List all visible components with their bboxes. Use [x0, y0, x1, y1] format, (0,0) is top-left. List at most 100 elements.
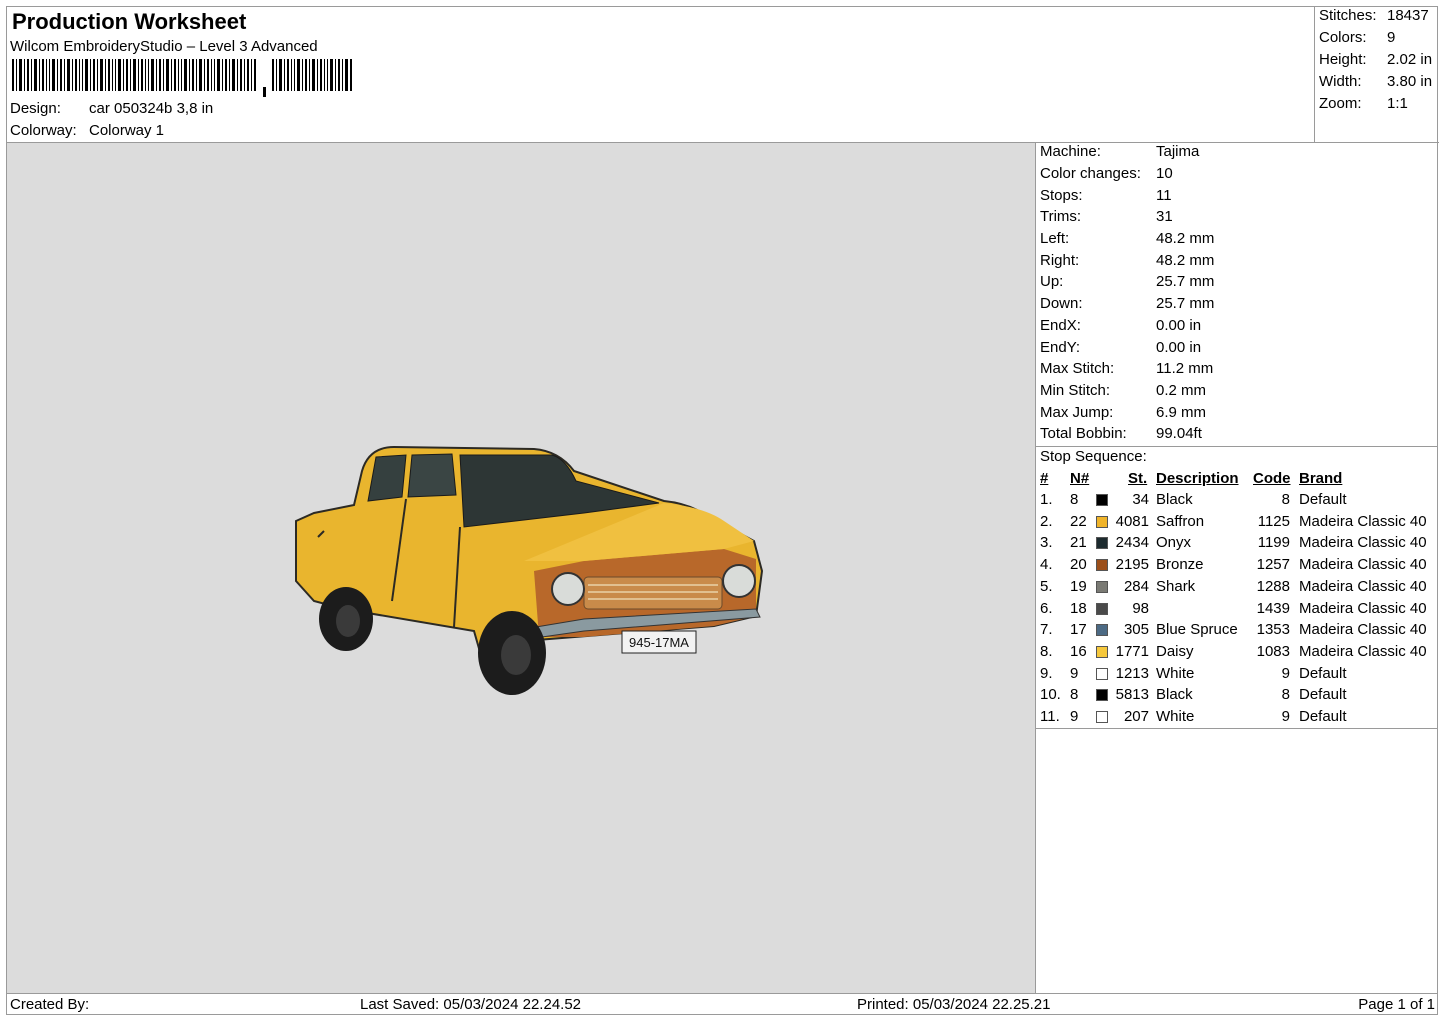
needle-number: 9 — [1070, 708, 1079, 725]
info-label: EndY: — [1040, 339, 1081, 356]
row-number: 2. — [1040, 512, 1053, 530]
row-number: 1. — [1040, 491, 1053, 508]
created-by: Created By: — [10, 996, 90, 1013]
row-number: 7. — [1040, 621, 1053, 639]
summary-row-zoom: Zoom: 1:1 — [1319, 95, 1439, 117]
row-number: 3. — [1040, 534, 1053, 552]
color-description: Blue Spruce — [1156, 621, 1238, 639]
thread-code: 1353 — [1256, 621, 1290, 639]
summary-row-stitches: Stitches: 18437 — [1319, 7, 1439, 29]
info-label: Up: — [1040, 273, 1064, 290]
row-number: 5. — [1040, 577, 1053, 595]
table-row: 5. 19 284 Shark 1288 Madeira Classic 40 — [1036, 578, 1438, 600]
info-value: 0.00 in — [1156, 339, 1202, 356]
thread-code: 9 — [1281, 708, 1290, 725]
color-description: Shark — [1156, 577, 1196, 595]
info-value: 25.7 mm — [1156, 273, 1215, 290]
color-swatch — [1096, 580, 1108, 593]
needle-number: 18 — [1070, 599, 1087, 617]
stitch-count: 1213 — [1115, 664, 1149, 682]
info-value: 48.2 mm — [1156, 230, 1215, 247]
needle-number: 19 — [1070, 577, 1087, 595]
thread-brand: Default — [1299, 491, 1347, 508]
machine-row: EndY: 0.00 in — [1040, 339, 1440, 361]
row-number: 11. — [1040, 708, 1060, 725]
color-description: White — [1156, 664, 1195, 682]
info-value: 0.2 mm — [1156, 382, 1207, 399]
color-description: Black — [1156, 491, 1193, 508]
machine-row: Left: 48.2 mm — [1040, 230, 1440, 252]
info-label: EndX: — [1040, 317, 1081, 334]
thread-brand: Madeira Classic 40 — [1299, 621, 1427, 639]
machine-row: Machine: Tajima — [1040, 143, 1440, 165]
row-number: 9. — [1040, 664, 1053, 682]
thread-code: 1199 — [1257, 534, 1290, 552]
needle-number: 20 — [1070, 556, 1087, 574]
thread-brand: Madeira Classic 40 — [1299, 534, 1427, 552]
stitch-count: 284 — [1123, 577, 1149, 595]
thread-code: 8 — [1281, 491, 1290, 508]
info-label: Max Jump: — [1040, 404, 1114, 421]
info-value: 48.2 mm — [1156, 252, 1215, 269]
color-swatch — [1096, 515, 1108, 528]
summary-value: 1:1 — [1387, 95, 1408, 112]
machine-row: Max Stitch: 11.2 mm — [1040, 360, 1440, 382]
thread-code: 9 — [1281, 664, 1290, 682]
stitch-count: 2195 — [1115, 556, 1149, 574]
summary-row-width: Width: 3.80 in — [1319, 73, 1439, 95]
car-embroidery-image: 945-17MA — [295, 445, 764, 695]
barcode — [12, 59, 352, 97]
machine-info: Machine: Tajima Color changes: 10 Stops: 11… — [1036, 143, 1438, 447]
color-swatch — [1096, 624, 1108, 637]
table-row: 3. 21 2434 Onyx 1199 Madeira Classic 40 — [1036, 534, 1438, 556]
info-label: Down: — [1040, 295, 1083, 312]
summary-label: Colors: — [1319, 29, 1367, 46]
info-label: Max Stitch: — [1040, 360, 1115, 377]
thread-brand: Madeira Classic 40 — [1299, 512, 1427, 530]
colorway-value: Colorway 1 — [89, 122, 165, 139]
info-value: 6.9 mm — [1156, 404, 1207, 421]
needle-number: 22 — [1070, 512, 1087, 530]
stitch-count: 4081 — [1115, 512, 1149, 530]
color-swatch — [1096, 645, 1108, 658]
thread-brand: Madeira Classic 40 — [1299, 642, 1427, 660]
info-label: Trims: — [1040, 208, 1082, 225]
info-label: Stops: — [1040, 187, 1083, 204]
machine-row: Up: 25.7 mm — [1040, 273, 1440, 295]
summary-value: 3.80 in — [1387, 73, 1433, 90]
header-num: # — [1040, 470, 1049, 487]
stitch-count: 98 — [1132, 599, 1149, 617]
needle-number: 8 — [1070, 686, 1079, 704]
color-description: Onyx — [1156, 534, 1192, 552]
color-description: White — [1156, 708, 1195, 725]
thread-brand: Default — [1299, 664, 1347, 682]
thread-brand: Default — [1299, 686, 1347, 704]
summary-row-height: Height: 2.02 in — [1319, 51, 1439, 73]
info-label: Color changes: — [1040, 165, 1141, 182]
color-description: Saffron — [1156, 512, 1205, 530]
thread-code: 1439 — [1256, 599, 1290, 617]
color-swatch — [1096, 667, 1108, 680]
stitch-count: 34 — [1132, 491, 1149, 508]
needle-number: 9 — [1070, 664, 1079, 682]
software-name: Wilcom EmbroideryStudio – Level 3 Advanc… — [10, 38, 318, 55]
row-number: 10. — [1040, 686, 1061, 704]
color-description: Daisy — [1156, 642, 1194, 660]
color-swatch — [1096, 602, 1108, 615]
worksheet-footer: Created By: Last Saved: 05/03/2024 22.24… — [7, 993, 1438, 1016]
thread-brand: Madeira Classic 40 — [1299, 599, 1427, 617]
stitch-count: 5813 — [1115, 686, 1149, 704]
header-needle: N# — [1070, 470, 1090, 487]
thread-brand: Madeira Classic 40 — [1299, 577, 1427, 595]
header-brand: Brand — [1299, 470, 1343, 487]
info-label: Left: — [1040, 230, 1070, 247]
license-plate-text: 945-17MA — [629, 635, 689, 650]
info-value: 31 — [1156, 208, 1173, 225]
info-value: 99.04ft — [1156, 425, 1202, 442]
machine-row: Color changes: 10 — [1040, 165, 1440, 187]
info-label: Min Stitch: — [1040, 382, 1111, 399]
thread-brand: Default — [1299, 708, 1347, 725]
summary-label: Zoom: — [1319, 95, 1362, 112]
table-row: 1. 8 34 Black 8 Default — [1036, 491, 1438, 513]
machine-row: Total Bobbin: 99.04ft — [1040, 425, 1440, 447]
